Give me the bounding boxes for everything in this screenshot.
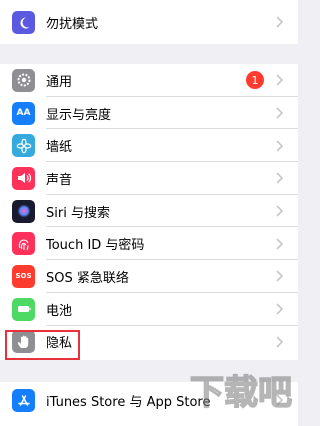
row-label: 电池 (46, 303, 73, 319)
row-label: SOS 紧急联络 (46, 270, 129, 286)
row-label: 墙纸 (46, 140, 73, 156)
chevron-right-icon (276, 172, 284, 184)
settings-group-focus: 勿扰模式 (0, 0, 298, 44)
settings-row-do-not-disturb[interactable]: 勿扰模式 (0, 0, 298, 44)
row-label: Siri 与搜索 (46, 205, 110, 221)
chevron-right-icon (276, 303, 284, 315)
notification-badge: 1 (246, 71, 264, 90)
settings-row-sounds[interactable]: 声音 (0, 162, 298, 195)
gear-icon (12, 68, 35, 92)
svg-text:下载吧: 下载吧 (190, 373, 292, 413)
chevron-right-icon (276, 336, 284, 348)
sos-icon: SOS (12, 264, 35, 288)
settings-row-battery[interactable]: 电池 (0, 293, 298, 326)
settings-group-main: 通用 1 AA 显示与亮度 墙纸 声音 Siri 与搜索 Touch ID 与密… (0, 64, 298, 360)
flower-icon (12, 134, 35, 158)
row-label: 声音 (46, 172, 73, 188)
settings-row-siri-search[interactable]: Siri 与搜索 (0, 195, 298, 228)
settings-row-emergency-sos[interactable]: SOS SOS 紧急联络 (0, 260, 298, 293)
chevron-right-icon (276, 205, 284, 217)
chevron-right-icon (276, 74, 284, 86)
siri-icon (12, 199, 35, 223)
settings-row-touch-id-passcode[interactable]: Touch ID 与密码 (0, 227, 298, 261)
settings-row-wallpaper[interactable]: 墙纸 (0, 129, 298, 163)
chevron-right-icon (276, 270, 284, 283)
fingerprint-icon (12, 232, 35, 256)
chevron-right-icon (276, 16, 284, 28)
chevron-right-icon (276, 140, 284, 152)
row-label: 勿扰模式 (46, 16, 99, 32)
watermark-logo: 下载吧 (174, 356, 294, 420)
battery-icon (12, 297, 35, 321)
row-label: Touch ID 与密码 (46, 238, 145, 254)
speaker-icon (12, 166, 35, 190)
chevron-right-icon (276, 107, 284, 119)
app-store-icon (12, 389, 35, 412)
row-label: 通用 (46, 74, 73, 90)
aa-icon: AA (12, 101, 35, 125)
settings-row-display-brightness[interactable]: AA 显示与亮度 (0, 97, 298, 130)
chevron-right-icon (276, 238, 284, 250)
settings-row-general[interactable]: 通用 1 (0, 64, 298, 97)
moon-icon (12, 11, 35, 34)
privacy-highlight-box (5, 330, 80, 360)
row-label: 显示与亮度 (46, 107, 112, 123)
